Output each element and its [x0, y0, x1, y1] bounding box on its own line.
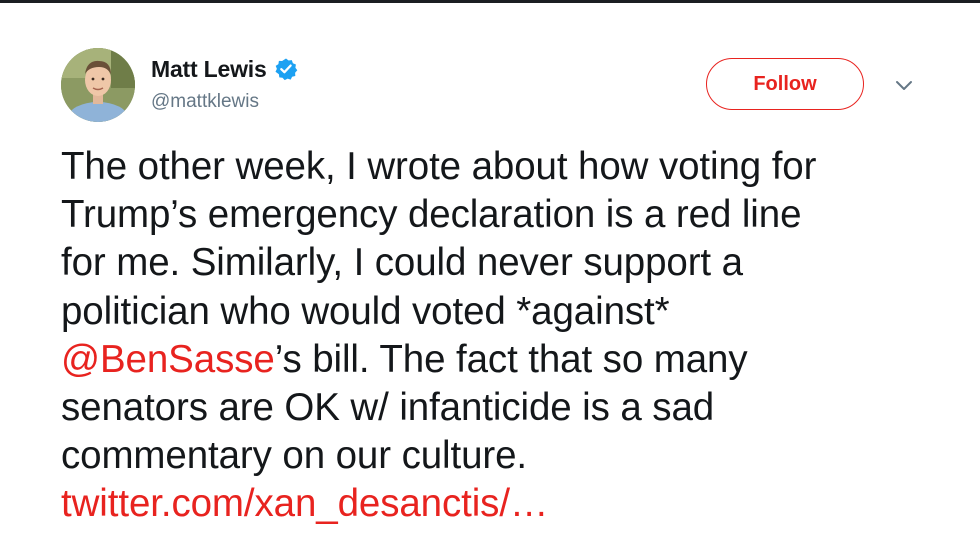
tweet-card: Matt Lewis @mattklewis Follow The other … [0, 0, 980, 542]
author-name-row: Matt Lewis [151, 54, 298, 84]
avatar[interactable] [61, 48, 135, 122]
tweet-text-line: commentary on our culture. [61, 434, 528, 478]
tweet-text: The other week, I wrote about how voting… [61, 143, 961, 529]
tweet-text-line: The other week, I wrote about how voting… [61, 145, 817, 188]
tweet-text-line: senators are OK w/ infanticide is a sad [61, 386, 715, 430]
tweet-text-line-with-mention: @BenSasse’s bill. The fact that so many [61, 336, 961, 384]
author-handle[interactable]: @mattklewis [151, 91, 259, 113]
chevron-down-icon[interactable] [894, 79, 914, 93]
verified-badge-icon [274, 57, 298, 81]
avatar-photo-icon [61, 48, 135, 122]
tweet-text-segment: ’s bill. The fact that so many [274, 337, 748, 381]
mention-link[interactable]: @BenSasse [61, 338, 275, 381]
tweet-text-line: for me. Similarly, I could never support… [61, 241, 743, 285]
tweet-text-line-link: twitter.com/xan_desanctis/… [61, 480, 961, 528]
quoted-tweet-link[interactable]: twitter.com/xan_desanctis/… [61, 482, 548, 525]
tweet-text-line: Trump’s emergency declaration is a red l… [61, 193, 802, 237]
follow-button[interactable]: Follow [706, 58, 864, 110]
tweet-text-line: politician who would voted *against* [61, 289, 670, 333]
display-name[interactable]: Matt Lewis [151, 56, 267, 83]
